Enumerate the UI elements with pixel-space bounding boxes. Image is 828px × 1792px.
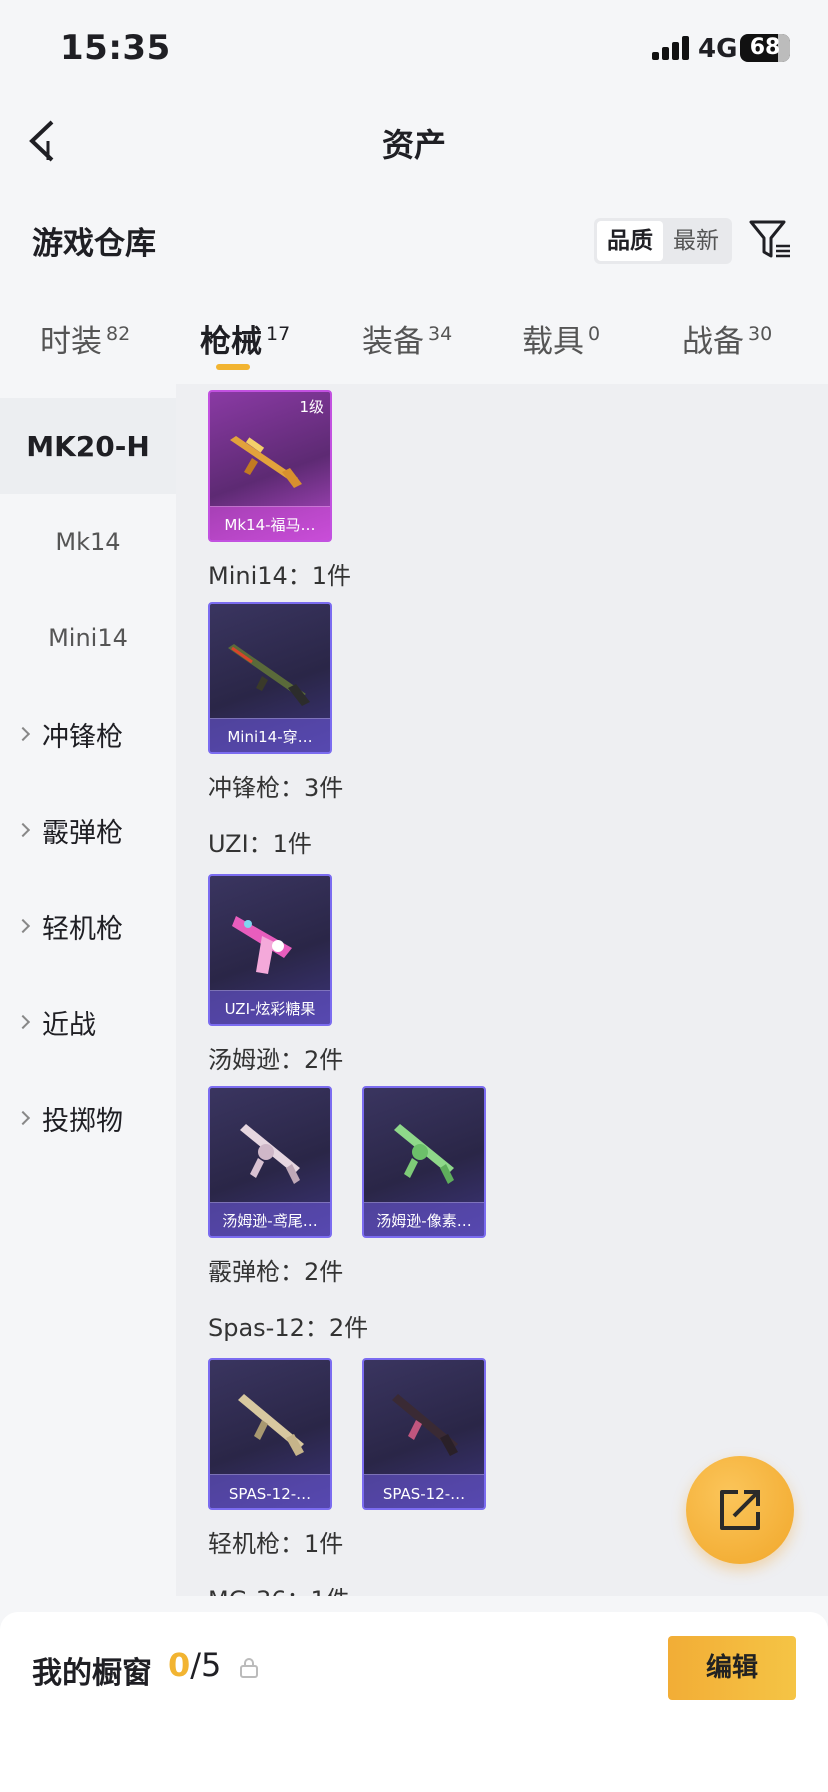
tab-label: 战备 <box>682 324 744 360</box>
tab-count: 30 <box>748 323 773 345</box>
shotgun-icon <box>392 1394 458 1456</box>
tab-label: 枪械 <box>200 324 262 360</box>
weapon-list: 1级 Mk14-福马… Mini14：1件 Mini14-穿… 冲锋枪：3件 U… <box>176 384 828 1596</box>
group-label: 霰弹枪：2件 <box>208 1258 344 1286</box>
card-name: UZI-炫彩糖果 <box>224 1000 316 1018</box>
battery-level: 68 <box>749 35 781 60</box>
sidebar-item-label: 轻机枪 <box>42 913 123 945</box>
sort-by-quality[interactable]: 品质 <box>597 221 663 261</box>
share-icon <box>720 1490 760 1530</box>
network-label: 4G <box>698 34 738 64</box>
nav-bar: 资产 <box>0 100 828 180</box>
group-label: 轻机枪：1件 <box>208 1530 344 1558</box>
sidebar-item-throwables[interactable]: 投掷物 <box>0 1070 176 1166</box>
tab-label: 时装 <box>40 324 102 360</box>
status-bar: 15:35 4G 68 <box>0 0 828 100</box>
tab-vehicles[interactable]: 载具 0 <box>522 316 600 361</box>
edit-button[interactable]: 编辑 <box>668 1636 796 1700</box>
tab-label: 载具 <box>522 324 584 360</box>
sidebar-item-label: 投掷物 <box>42 1105 123 1137</box>
card-name: SPAS-12-… <box>228 1485 312 1503</box>
tab-firearms[interactable]: 枪械 17 <box>200 316 290 361</box>
card-name: 汤姆逊-像素… <box>376 1212 472 1230</box>
tab-count: 0 <box>588 323 601 345</box>
sidebar-item-mini14[interactable]: Mini14 <box>0 590 176 686</box>
chevron-right-icon <box>15 822 31 838</box>
chevron-right-icon <box>15 1014 31 1030</box>
card-name: SPAS-12-… <box>382 1485 466 1503</box>
sidebar-item-shotgun[interactable]: 霰弹枪 <box>0 782 176 878</box>
category-tabs: 时装 82 枪械 17 装备 34 载具 0 战备 30 <box>0 300 828 380</box>
weapon-card-tommy-2[interactable]: 汤姆逊-像素… <box>362 1086 486 1238</box>
filter-button[interactable] <box>748 218 794 262</box>
weapon-card-mk14[interactable]: 1级 Mk14-福马… <box>208 390 332 542</box>
weapon-card-spas-1[interactable]: SPAS-12-… <box>208 1358 332 1510</box>
weapon-card-uzi[interactable]: UZI-炫彩糖果 <box>208 874 332 1026</box>
signal-icon <box>652 36 690 60</box>
chevron-right-icon <box>15 1110 31 1126</box>
sidebar-item-label: 近战 <box>42 1009 96 1041</box>
page-title: 资产 <box>381 126 446 164</box>
weapon-sidebar: MK20-H Mk14 Mini14 冲锋枪 霰弹枪 轻机枪 近战 投掷物 <box>0 384 176 1596</box>
tab-gear[interactable]: 装备 34 <box>362 316 452 361</box>
group-label: UZI：1件 <box>208 830 312 858</box>
smg-icon <box>240 1124 300 1184</box>
smg-icon <box>394 1124 454 1184</box>
rifle-icon <box>228 644 310 706</box>
weapon-card-spas-2[interactable]: SPAS-12-… <box>362 1358 486 1510</box>
showcase-count: 0/5 <box>168 1646 221 1684</box>
chevron-right-icon <box>15 918 31 934</box>
tab-fashion[interactable]: 时装 82 <box>40 316 130 361</box>
sort-by-newest[interactable]: 最新 <box>663 221 729 261</box>
sidebar-item-smg[interactable]: 冲锋枪 <box>0 686 176 782</box>
sort-toggle: 品质 最新 <box>594 218 732 264</box>
card-name: Mk14-福马… <box>224 516 316 534</box>
group-label: 汤姆逊：2件 <box>208 1046 344 1074</box>
smg-icon <box>232 916 292 974</box>
filter-icon <box>749 220 790 258</box>
sidebar-item-mk14[interactable]: Mk14 <box>0 494 176 590</box>
sidebar-item-mk20h[interactable]: MK20-H <box>0 398 176 494</box>
group-label: Mini14：1件 <box>208 562 352 590</box>
active-tab-indicator <box>216 364 250 370</box>
card-name: 汤姆逊-鸢尾… <box>222 1212 318 1230</box>
showcase-count-total: /5 <box>190 1646 222 1684</box>
sidebar-item-label: 霰弹枪 <box>42 817 123 849</box>
tab-count: 34 <box>428 323 453 345</box>
share-button[interactable] <box>686 1456 794 1564</box>
tab-count: 82 <box>106 323 131 345</box>
weapon-card-mini14[interactable]: Mini14-穿… <box>208 602 332 754</box>
sidebar-item-label: 冲锋枪 <box>42 721 123 753</box>
sidebar-item-lmg[interactable]: 轻机枪 <box>0 878 176 974</box>
tab-label: 装备 <box>362 324 424 360</box>
group-label: MG-36：1件 <box>208 1580 350 1596</box>
tab-count: 17 <box>266 323 291 345</box>
showcase-count-current: 0 <box>168 1646 191 1684</box>
showcase-footer: 我的橱窗 0/5 编辑 <box>0 1612 828 1792</box>
group-label: 冲锋枪：3件 <box>208 774 344 802</box>
shotgun-icon <box>238 1394 304 1456</box>
card-name: Mini14-穿… <box>227 728 313 746</box>
showcase-title: 我的橱窗 <box>32 1656 152 1691</box>
group-label: Spas-12：2件 <box>208 1314 369 1342</box>
status-time: 15:35 <box>60 28 171 68</box>
rifle-icon <box>230 436 302 488</box>
chevron-right-icon <box>15 726 31 742</box>
tab-supplies[interactable]: 战备 30 <box>682 316 772 361</box>
section-heading: 游戏仓库 <box>32 226 156 262</box>
battery-icon: 68 <box>740 34 790 62</box>
lock-icon <box>240 1658 258 1678</box>
sidebar-item-melee[interactable]: 近战 <box>0 974 176 1070</box>
weapon-card-tommy-1[interactable]: 汤姆逊-鸢尾… <box>208 1086 332 1238</box>
